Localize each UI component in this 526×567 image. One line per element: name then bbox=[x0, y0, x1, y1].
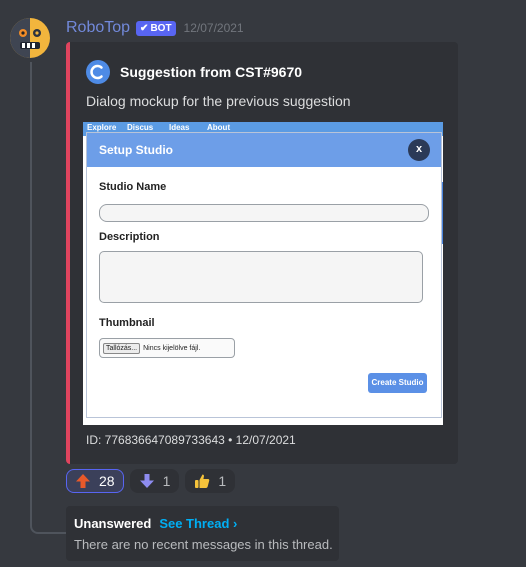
checkmark-icon: ✔ bbox=[140, 22, 149, 34]
description-label: Description bbox=[99, 231, 160, 243]
thread-title-row: Unanswered See Thread › bbox=[74, 516, 237, 531]
username[interactable]: RoboTop bbox=[66, 19, 130, 37]
thumbnail-file-input[interactable]: Tallózás... Nincs kijelölve fájl. bbox=[99, 338, 235, 358]
dialog-header: Setup Studio x bbox=[87, 133, 441, 167]
arrow-up-icon bbox=[76, 474, 90, 488]
suggestion-embed: Suggestion from CST#9670 Dialog mockup f… bbox=[66, 42, 458, 464]
setup-studio-dialog: Setup Studio x Studio Name Description T… bbox=[86, 132, 442, 418]
bot-tag-label: BOT bbox=[150, 22, 172, 34]
arrow-down-icon bbox=[139, 474, 154, 488]
thumbnail-label: Thumbnail bbox=[99, 317, 155, 329]
studio-name-label: Studio Name bbox=[99, 181, 167, 193]
thread-connector-line bbox=[30, 62, 68, 534]
embed-author-name: Suggestion from CST#9670 bbox=[120, 64, 303, 80]
embed-description: Dialog mockup for the previous suggestio… bbox=[86, 93, 351, 109]
reaction-arrow-up[interactable]: 28 bbox=[66, 469, 124, 493]
bg-nav-explore: Explore bbox=[87, 123, 117, 132]
studio-name-input[interactable] bbox=[99, 204, 429, 222]
reaction-arrow-down[interactable]: 1 bbox=[129, 469, 180, 493]
thread-status: Unanswered bbox=[74, 516, 152, 531]
reaction-count: 28 bbox=[99, 473, 115, 489]
author-icon bbox=[86, 60, 110, 84]
dialog-title: Setup Studio bbox=[99, 143, 173, 157]
bg-nav-ideas: Ideas bbox=[169, 123, 190, 132]
see-thread-link[interactable]: See Thread › bbox=[159, 516, 237, 531]
description-textarea[interactable] bbox=[99, 251, 423, 303]
thumbs-up-icon bbox=[195, 474, 210, 488]
bg-nav-about: About bbox=[207, 123, 231, 132]
create-studio-button[interactable]: Create Studio bbox=[368, 373, 427, 393]
bg-nav-discus: Discus bbox=[127, 123, 154, 132]
message-header: RoboTop ✔ BOT 12/07/2021 bbox=[66, 19, 244, 37]
embed-image[interactable]: Explore Discus Ideas About Setup Studio … bbox=[83, 122, 443, 425]
reaction-thumbs-up[interactable]: 1 bbox=[185, 469, 236, 493]
no-file-text: Nincs kijelölve fájl. bbox=[143, 344, 201, 352]
reaction-count: 1 bbox=[162, 473, 171, 489]
robot-avatar-icon bbox=[10, 18, 50, 58]
avatar[interactable] bbox=[10, 18, 50, 58]
thread-preview[interactable]: Unanswered See Thread › There are no rec… bbox=[66, 506, 339, 561]
reactions-bar: 28 1 1 bbox=[66, 469, 236, 493]
close-icon[interactable]: x bbox=[408, 139, 430, 161]
browse-button[interactable]: Tallózás... bbox=[103, 342, 141, 354]
embed-footer: ID: 776836647089733643 • 12/07/2021 bbox=[86, 433, 296, 447]
thread-message: There are no recent messages in this thr… bbox=[74, 537, 333, 552]
message-timestamp: 12/07/2021 bbox=[183, 21, 244, 35]
reaction-count: 1 bbox=[218, 473, 227, 489]
bot-tag: ✔ BOT bbox=[136, 20, 176, 36]
embed-author: Suggestion from CST#9670 bbox=[86, 60, 302, 84]
